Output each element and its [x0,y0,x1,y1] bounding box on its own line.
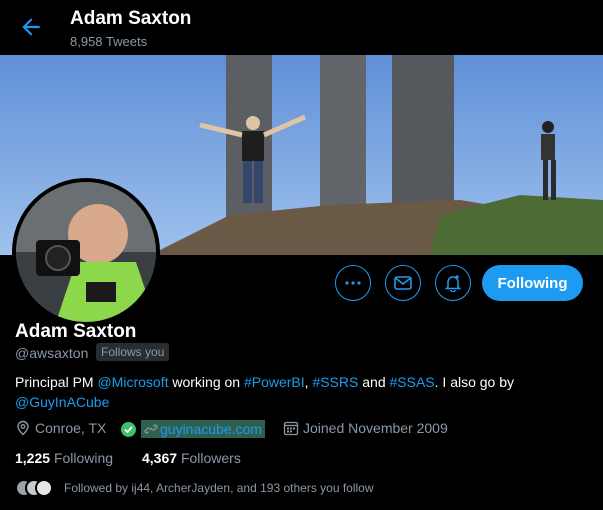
hashtag-powerbi-link[interactable]: #PowerBI [244,374,305,390]
bio-text: working on [168,374,244,390]
mention-guyinacube-link[interactable]: @GuyInACube [15,394,109,410]
website-text[interactable]: guyinacube.com [160,421,262,437]
joined-text: Joined November 2009 [303,420,448,436]
following-button[interactable]: Following [482,265,583,301]
following-label[interactable]: Following [54,450,113,466]
profile-bio: Principal PM @Microsoft working on #Powe… [15,372,585,412]
back-arrow-icon[interactable] [18,14,44,40]
message-button[interactable] [385,265,421,301]
bio-text: and [358,374,390,390]
website-link[interactable]: guyinacube.com [141,420,265,438]
calendar-icon [283,421,299,436]
hashtag-ssas-link[interactable]: #SSAS [390,374,435,390]
followers-label[interactable]: Followers [181,450,241,466]
more-options-button[interactable] [335,265,371,301]
following-count[interactable]: 1,225 Following [15,450,113,466]
profile-joined: Joined November 2009 [283,420,448,436]
profile-avatar[interactable] [12,178,160,326]
hashtag-ssrs-link[interactable]: #SSRS [312,374,358,390]
followed-by-avatars[interactable] [15,478,57,498]
followers-number[interactable]: 4,367 [142,450,177,466]
check-circle-icon [121,421,136,437]
more-icon [345,281,361,285]
profile-location: Conroe, TX [15,420,106,436]
mention-microsoft-link[interactable]: @Microsoft [97,374,168,390]
location-text: Conroe, TX [35,420,107,436]
profile-name: Adam Saxton [15,321,137,342]
location-pin-icon [17,420,29,436]
bio-text: Principal PM [15,374,98,390]
tweet-count: 8,958 Tweets [70,34,148,49]
followers-count[interactable]: 4,367 Followers [142,450,241,466]
following-number[interactable]: 1,225 [15,450,50,466]
bio-text: . I also go by [434,374,515,390]
followed-by-text[interactable]: Followed by ij44, ArcherJayden, and 193 … [64,481,374,495]
profile-handle: @awsaxton [15,345,89,361]
link-icon [144,424,158,434]
top-bar: Adam Saxton 8,958 Tweets [0,0,603,55]
mail-icon [394,276,412,290]
notifications-button[interactable] [435,265,471,301]
profile-website: guyinacube.com [120,420,265,438]
bell-plus-icon [444,275,462,292]
follows-you-badge: Follows you [96,343,170,361]
page-title: Adam Saxton [70,8,192,29]
